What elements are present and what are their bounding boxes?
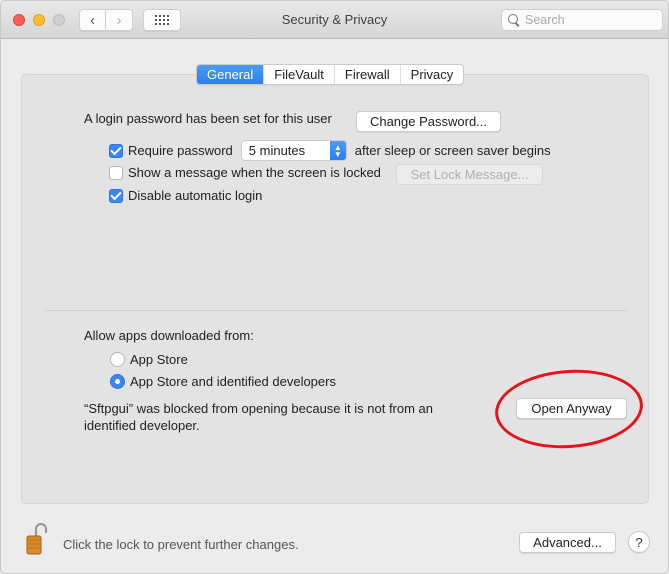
login-password-text: A login password has been set for this u… — [84, 111, 332, 126]
blocked-message-line-2: identified developer. — [84, 418, 200, 433]
help-button[interactable]: ? — [628, 531, 650, 553]
select-value: 5 minutes — [248, 143, 306, 158]
allow-apps-heading: Allow apps downloaded from: — [84, 328, 254, 343]
radio-app-store-row[interactable]: App Store — [110, 352, 188, 367]
require-password-label: Require password — [128, 143, 233, 158]
question-mark-icon: ? — [635, 534, 643, 550]
search-input[interactable] — [525, 13, 655, 27]
open-anyway-button[interactable]: Open Anyway — [516, 398, 627, 419]
unlocked-padlock-icon[interactable] — [25, 523, 49, 555]
login-password-row: A login password has been set for this u… — [84, 111, 332, 126]
blocked-message-line-1: “Sftpgui” was blocked from opening becau… — [84, 401, 434, 416]
tab-bar: General FileVault Firewall Privacy — [196, 64, 465, 85]
radio-app-store-label: App Store — [130, 352, 188, 367]
allow-apps-heading-row: Allow apps downloaded from: — [84, 328, 254, 343]
tab-firewall[interactable]: Firewall — [333, 65, 400, 84]
tab-general[interactable]: General — [197, 65, 264, 84]
show-message-checkbox[interactable] — [109, 165, 123, 180]
lock-status-row: Click the lock to prevent further change… — [63, 537, 299, 552]
require-password-row: Require password 5 minutes ▲ ▼ after slee… — [109, 140, 551, 161]
require-password-delay-select[interactable]: 5 minutes ▲ ▼ — [240, 140, 347, 161]
disable-auto-login-label: Disable automatic login — [128, 188, 263, 203]
lock-status-text: Click the lock to prevent further change… — [63, 537, 299, 552]
radio-app-store[interactable] — [110, 352, 125, 367]
radio-identified-developers-label: App Store and identified developers — [130, 374, 336, 389]
blocked-app-message: “Sftpgui” was blocked from opening becau… — [84, 400, 433, 434]
title-bar: ‹ › Security & Privacy — [1, 1, 668, 39]
tab-filevault[interactable]: FileVault — [263, 65, 334, 84]
require-password-suffix: after sleep or screen saver begins — [354, 143, 551, 158]
show-message-label: Show a message when the screen is locked — [128, 165, 381, 180]
updown-chevron-icon: ▲ ▼ — [329, 141, 346, 160]
require-password-checkbox[interactable] — [109, 143, 123, 158]
section-divider — [45, 310, 627, 311]
security-privacy-window: ‹ › Security & Privacy General FileVault… — [0, 0, 669, 574]
show-message-row: Show a message when the screen is locked — [109, 165, 381, 180]
advanced-button[interactable]: Advanced... — [519, 532, 616, 553]
disable-auto-login-row: Disable automatic login — [109, 188, 262, 203]
disable-auto-login-checkbox[interactable] — [109, 188, 123, 203]
search-field[interactable] — [501, 9, 663, 31]
change-password-button[interactable]: Change Password... — [356, 111, 501, 132]
radio-identified-developers-row[interactable]: App Store and identified developers — [110, 374, 336, 389]
tab-privacy[interactable]: Privacy — [399, 65, 464, 84]
general-panel — [21, 74, 649, 504]
set-lock-message-button[interactable]: Set Lock Message... — [396, 164, 543, 185]
search-icon — [508, 14, 520, 26]
radio-identified-developers[interactable] — [110, 374, 125, 389]
